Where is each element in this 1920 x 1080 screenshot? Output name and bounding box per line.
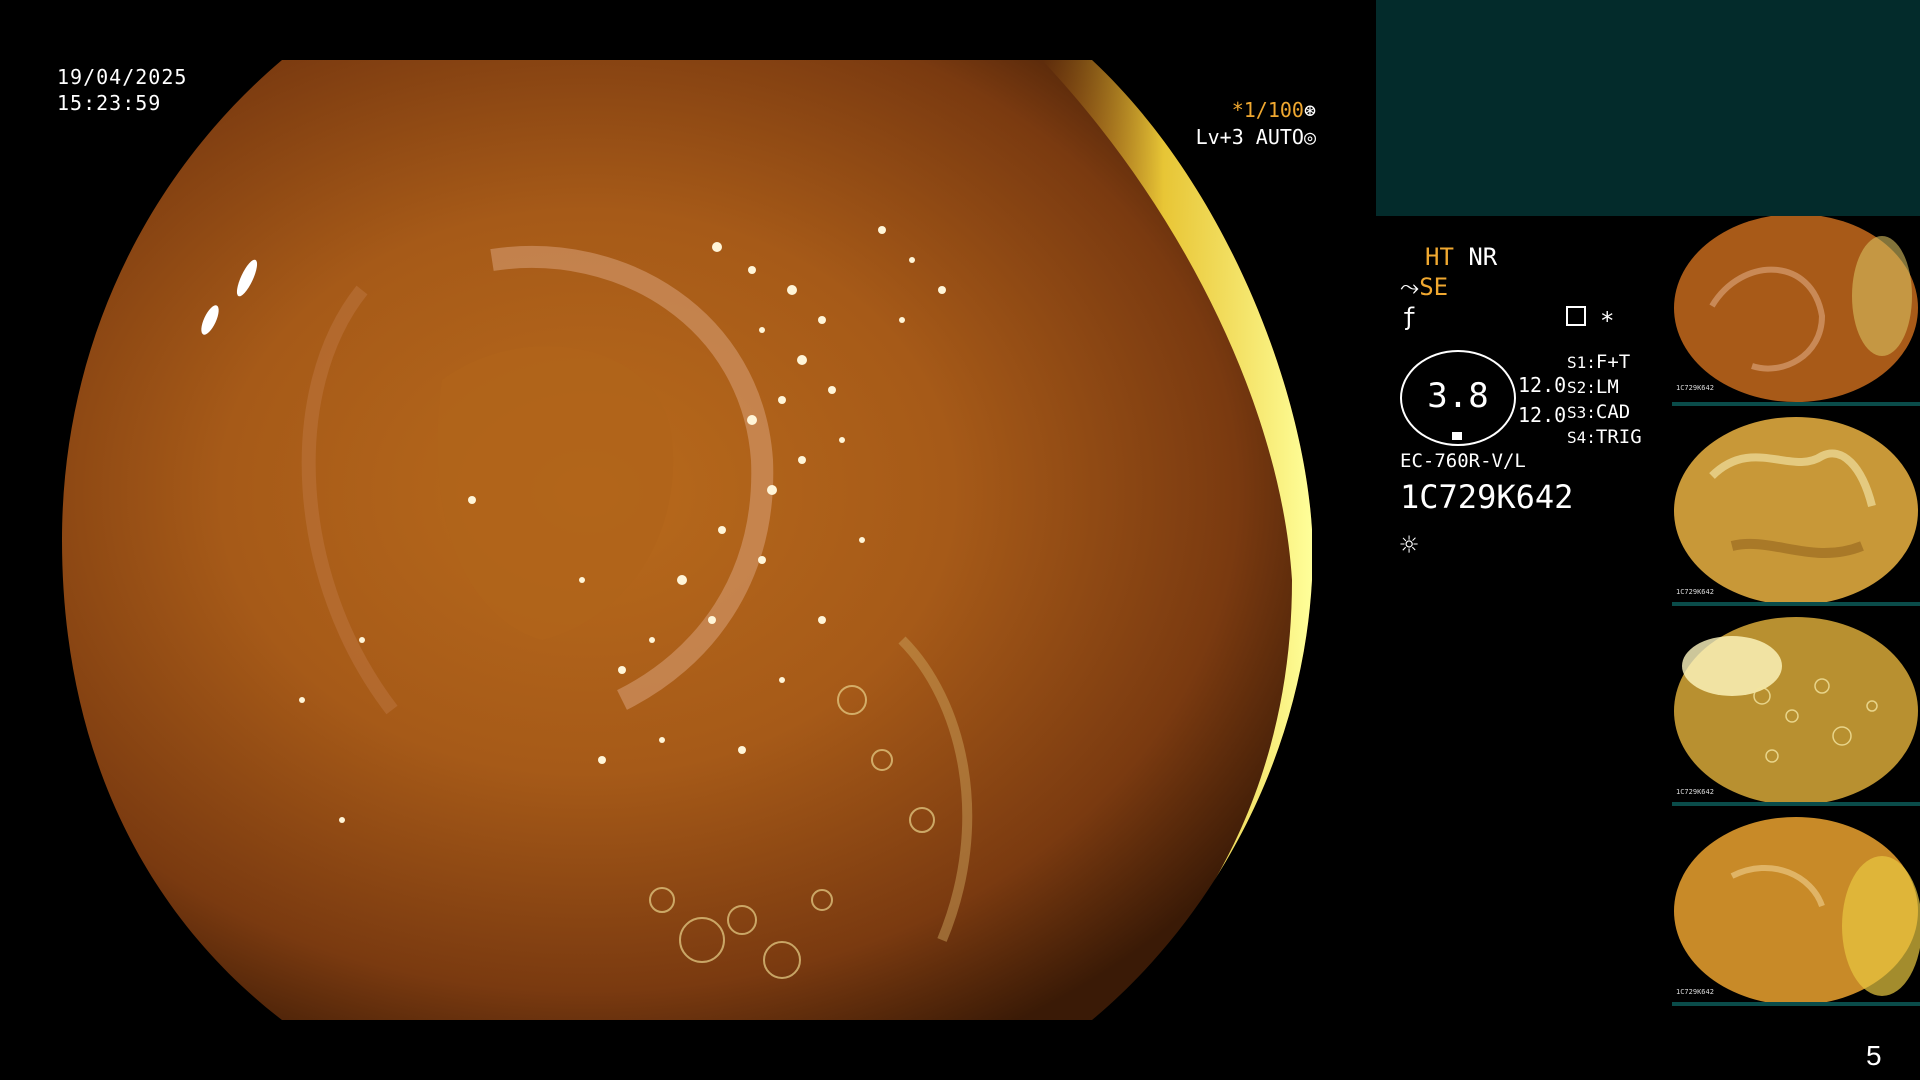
asterisk-indicator: * [1600,307,1615,335]
exposure-overlay: *1/100⊛ Lv+3 AUTO◎ [1196,97,1316,151]
shutter-icon: ⊛ [1303,98,1316,122]
light-source-icon: ☼ [1400,528,1419,563]
brightness-gauge: 3.8 [1400,350,1516,446]
nr-label: NR [1468,243,1498,271]
date-text: 19/04/2025 [57,65,188,89]
thumbnail-4[interactable]: 1C729K642 [1672,816,1920,1006]
patient-info-box [1376,0,1920,216]
thumbnail-label: 1C729K642 [1676,988,1714,996]
thumbnail-label: 1C729K642 [1676,788,1714,796]
value-column: 12.0 12.0 [1518,370,1566,430]
shutter-speed-text: *1/100 [1231,98,1304,122]
brightness-level-text: Lv+3 AUTO [1195,125,1304,149]
s1-value: F+T [1595,351,1631,373]
gauge-marker [1452,432,1462,440]
structure-enhancement-icon: ⤳ [1400,273,1420,301]
record-status-icon [1566,306,1586,326]
s4-key: S4: [1567,428,1596,447]
switch-assignments: S1:F+T S2:LM S3:CAD S4:TRIG [1567,350,1642,450]
s2-value: LM [1595,376,1619,398]
s3-key: S3: [1567,403,1596,422]
s3-value: CAD [1595,401,1631,423]
date-time-block: 19/04/2025 15:23:59 [57,64,187,116]
thumbnail-label: 1C729K642 [1676,588,1714,596]
thumbnail-3[interactable]: 1C729K642 [1672,616,1920,806]
auto-exposure-icon: ◎ [1303,125,1316,149]
s4-value: TRIG [1595,426,1642,448]
value-top: 12.0 [1518,373,1567,397]
endoscope-main-view [62,60,1312,1020]
ht-label: HT [1425,243,1454,271]
ht-nr-row: HT NR [1425,242,1497,272]
thumbnail-label: 1C729K642 [1676,384,1714,392]
page-number: 5 [1866,1040,1882,1071]
scope-serial: 1C729K642 [1400,478,1574,516]
s2-key: S2: [1567,378,1596,397]
scope-model: EC-760R-V/L [1400,450,1526,472]
gauge-value: 3.8 [1427,376,1489,416]
se-row: ⤳SE [1400,272,1448,302]
value-bottom: 12.0 [1518,403,1567,427]
thumbnail-1[interactable]: 1C729K642 [1672,216,1920,406]
thumbnail-2[interactable]: 1C729K642 [1672,416,1920,606]
time-text: 15:23:59 [57,91,162,115]
color-mode-icon: ƒ [1402,303,1417,331]
se-label: SE [1419,273,1449,301]
s1-key: S1: [1567,353,1596,372]
